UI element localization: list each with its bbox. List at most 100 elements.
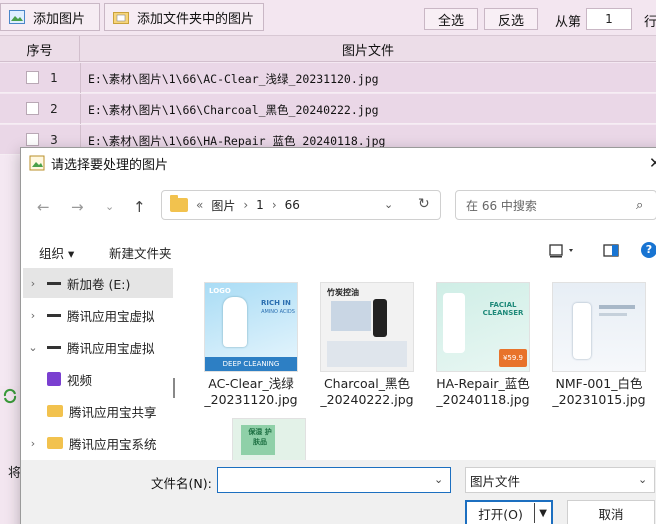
sidebar-item-label: 腾讯应用宝虚拟: [67, 308, 155, 324]
column-divider: [80, 94, 81, 124]
from-row-label: 从第: [555, 15, 582, 30]
row-index: 1: [50, 71, 58, 85]
row-checkbox[interactable]: [26, 102, 39, 115]
recent-locations-chevron-icon[interactable]: ⌄: [105, 200, 114, 213]
refresh-icon[interactable]: [2, 388, 18, 404]
open-options-arrow-icon[interactable]: ▼: [535, 508, 551, 519]
open-button[interactable]: 打开(O) ▼: [465, 500, 553, 524]
product-image: [331, 301, 371, 331]
sidebar-item-shared-folder[interactable]: 腾讯应用宝共享: [23, 396, 173, 426]
file-name: _20240118.jpg: [436, 392, 530, 407]
invert-selection-button[interactable]: 反选: [484, 8, 538, 30]
chevron-right-icon[interactable]: ›: [23, 437, 43, 450]
row-checkbox[interactable]: [26, 133, 39, 146]
add-image-button[interactable]: 添加图片: [0, 3, 100, 31]
file-name: NMF-001_白色: [555, 376, 643, 391]
thumbnail-text: 保湿 护肤品: [248, 428, 272, 446]
drive-icon: [47, 345, 61, 349]
file-item[interactable]: FACIAL CLEANSER ¥59.9 HA-Repair_蓝色 _2024…: [431, 282, 535, 408]
folder-icon: [47, 405, 63, 417]
filename-input[interactable]: ⌄: [217, 467, 451, 493]
row-index: 3: [50, 133, 58, 147]
file-name: AC-Clear_浅绿: [208, 376, 294, 391]
image-thumbnail: [552, 282, 646, 372]
app-lower-panel: [0, 386, 20, 524]
thumbnail-text: RICH IN: [261, 299, 291, 307]
forward-arrow-icon[interactable]: →: [71, 198, 84, 216]
image-thumbnail: LOGO RICH IN AMINO ACIDS DEEP CLEANING: [204, 282, 298, 372]
file-item[interactable]: NMF-001_白色 _20231015.jpg: [547, 282, 651, 408]
file-item[interactable]: LOGO RICH IN AMINO ACIDS DEEP CLEANING A…: [199, 282, 303, 408]
file-list: LOGO RICH IN AMINO ACIDS DEEP CLEANING A…: [181, 272, 651, 462]
chevron-down-icon[interactable]: ⌄: [638, 473, 647, 486]
breadcrumb-separator-icon: ›: [243, 198, 249, 212]
new-folder-button[interactable]: 新建文件夹: [109, 243, 172, 262]
text-line: [599, 313, 627, 316]
chevron-right-icon[interactable]: ›: [23, 277, 43, 290]
folder-image-icon: [113, 12, 129, 24]
row-checkbox[interactable]: [26, 71, 39, 84]
column-file-header[interactable]: 图片文件: [80, 36, 656, 62]
sidebar-item-label: 视频: [67, 372, 93, 388]
sidebar-item-virtual-drive[interactable]: › 腾讯应用宝虚拟: [23, 300, 173, 330]
image-thumbnail: FACIAL CLEANSER ¥59.9: [436, 282, 530, 372]
thumbnail-text: FACIAL CLEANSER: [482, 301, 524, 317]
column-index-header[interactable]: 序号: [0, 36, 80, 62]
select-all-button[interactable]: 全选: [424, 8, 478, 30]
up-arrow-icon[interactable]: ↑: [133, 198, 146, 216]
folder-icon: [47, 437, 63, 449]
back-arrow-icon[interactable]: ←: [37, 198, 50, 216]
product-bottle: [223, 297, 247, 347]
breadcrumb-item[interactable]: 图片: [211, 197, 235, 214]
thumbnail-text: 竹炭控油: [327, 288, 359, 297]
thumbnail-text: AMINO ACIDS: [261, 309, 295, 315]
breadcrumb-item[interactable]: 66: [285, 198, 300, 212]
organize-menu[interactable]: 组织 ▾: [39, 243, 74, 262]
sidebar-item-virtual-drive-expanded[interactable]: ⌄ 腾讯应用宝虚拟: [23, 332, 173, 362]
text-line: [599, 305, 635, 309]
search-box[interactable]: 在 66 中搜索 ⌕: [455, 190, 656, 220]
chevron-down-icon[interactable]: ⌄: [434, 473, 443, 486]
from-row-input[interactable]: 1: [586, 8, 632, 30]
thumbnail-text: ¥59.9: [499, 349, 527, 367]
file-item[interactable]: 保湿 护肤品: [229, 418, 309, 462]
open-button-label: 打开(O): [478, 506, 523, 522]
image-icon: [9, 10, 25, 24]
table-row[interactable]: 1 E:\素材\图片\1\66\AC-Clear_浅绿_20231120.jpg: [0, 63, 656, 93]
video-icon: [47, 372, 61, 386]
sidebar-item-label: 腾讯应用宝系统: [69, 436, 157, 452]
sidebar-item-drive-e[interactable]: › 新加卷 (E:): [23, 268, 173, 298]
cancel-button[interactable]: 取消: [567, 500, 655, 524]
command-bar: 组织 ▾ 新建文件夹 ?: [21, 238, 656, 264]
file-name: Charcoal_黑色: [323, 376, 411, 391]
sidebar-item-label: 腾讯应用宝虚拟: [67, 340, 155, 356]
image-thumbnail: 竹炭控油: [320, 282, 414, 372]
add-image-label: 添加图片: [33, 11, 86, 27]
refresh-icon[interactable]: ↻: [418, 196, 430, 212]
table-row[interactable]: 2 E:\素材\图片\1\66\Charcoal_黑色_20240222.jpg: [0, 94, 656, 124]
product-tube: [443, 293, 465, 353]
product-tube: [373, 299, 387, 337]
file-type-select[interactable]: 图片文件 ⌄: [465, 467, 655, 493]
address-dropdown-icon[interactable]: ⌄: [384, 198, 393, 211]
thumbnail-text: LOGO: [209, 287, 231, 295]
search-placeholder: 在 66 中搜索: [466, 198, 537, 213]
view-options-icon[interactable]: [549, 243, 577, 259]
close-icon[interactable]: ✕: [649, 154, 656, 172]
breadcrumb-item[interactable]: 1: [256, 198, 264, 212]
row-index: 2: [50, 102, 58, 116]
sidebar-item-videos[interactable]: 视频: [23, 364, 173, 394]
chevron-down-icon[interactable]: ⌄: [23, 341, 43, 354]
search-icon: ⌕: [636, 198, 644, 213]
chevron-right-icon[interactable]: ›: [23, 309, 43, 322]
drive-icon: [47, 313, 61, 317]
sidebar-item-system-folder[interactable]: › 腾讯应用宝系统: [23, 428, 173, 458]
help-icon[interactable]: ?: [641, 242, 656, 258]
file-item[interactable]: 竹炭控油 Charcoal_黑色 _20240222.jpg: [315, 282, 419, 408]
breadcrumb-overflow[interactable]: «: [196, 198, 203, 212]
sidebar-item-label: 新加卷 (E:): [67, 276, 131, 292]
preview-pane-icon[interactable]: [603, 243, 621, 259]
add-folder-images-button[interactable]: 添加文件夹中的图片: [104, 3, 264, 31]
sidebar-scrollbar[interactable]: [173, 378, 175, 398]
address-bar[interactable]: « 图片 › 1 › 66 ⌄ ↻: [161, 190, 441, 220]
